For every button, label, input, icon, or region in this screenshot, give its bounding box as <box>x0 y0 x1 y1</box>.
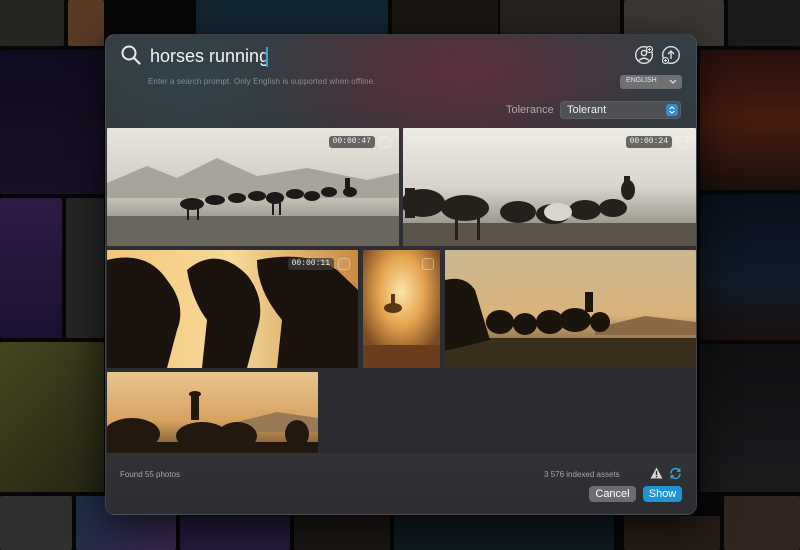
results-grid: 00:00:47 00:00:24 00:00:11 <box>106 128 696 453</box>
thumbnail-select-checkbox[interactable] <box>379 136 391 148</box>
result-thumbnail[interactable]: 00:00:24 <box>403 128 696 246</box>
dialog-footer: Found 55 photos 3 576 indexed assets Can… <box>106 453 696 514</box>
language-select[interactable]: ENGLISH <box>620 75 682 89</box>
video-duration-badge: 00:00:47 <box>328 136 375 148</box>
video-duration-badge: 00:00:11 <box>287 258 334 270</box>
thumbnail-select-checkbox[interactable] <box>422 258 434 270</box>
thumbnail-select-checkbox[interactable] <box>676 136 688 148</box>
search-hint: Enter a search prompt. Only English is s… <box>148 77 376 86</box>
search-dialog: Enter a search prompt. Only English is s… <box>105 34 697 515</box>
upload-search-icon[interactable] <box>661 45 681 65</box>
cowboy-horses-image <box>107 372 318 453</box>
warning-icon[interactable] <box>650 467 663 479</box>
indexed-assets-count: 3 576 indexed assets <box>544 470 620 479</box>
chevron-down-icon <box>669 79 677 84</box>
refresh-icon[interactable] <box>669 467 682 480</box>
face-search-icon[interactable] <box>634 45 654 65</box>
tolerance-select-value: Tolerant <box>567 104 607 116</box>
result-thumbnail[interactable] <box>107 372 318 453</box>
updown-chevron-icon <box>666 104 678 116</box>
cancel-button[interactable]: Cancel <box>589 486 636 502</box>
search-icon <box>121 45 141 65</box>
herd-sunset-field-image <box>445 250 696 368</box>
result-thumbnail[interactable]: 00:00:11 <box>107 250 358 368</box>
text-caret <box>266 47 268 67</box>
show-button[interactable]: Show <box>643 486 682 502</box>
result-thumbnail[interactable] <box>363 250 440 368</box>
language-select-value: ENGLISH <box>626 77 657 84</box>
result-thumbnail[interactable]: 00:00:47 <box>107 128 399 246</box>
results-count: Found 55 photos <box>120 470 181 479</box>
thumbnail-select-checkbox[interactable] <box>338 258 350 270</box>
result-thumbnail[interactable] <box>445 250 696 368</box>
search-input[interactable] <box>150 43 630 69</box>
tolerance-label: Tolerance <box>506 104 554 116</box>
tolerance-select[interactable]: Tolerant <box>560 101 681 119</box>
search-bar <box>106 35 696 75</box>
video-duration-badge: 00:00:24 <box>625 136 672 148</box>
